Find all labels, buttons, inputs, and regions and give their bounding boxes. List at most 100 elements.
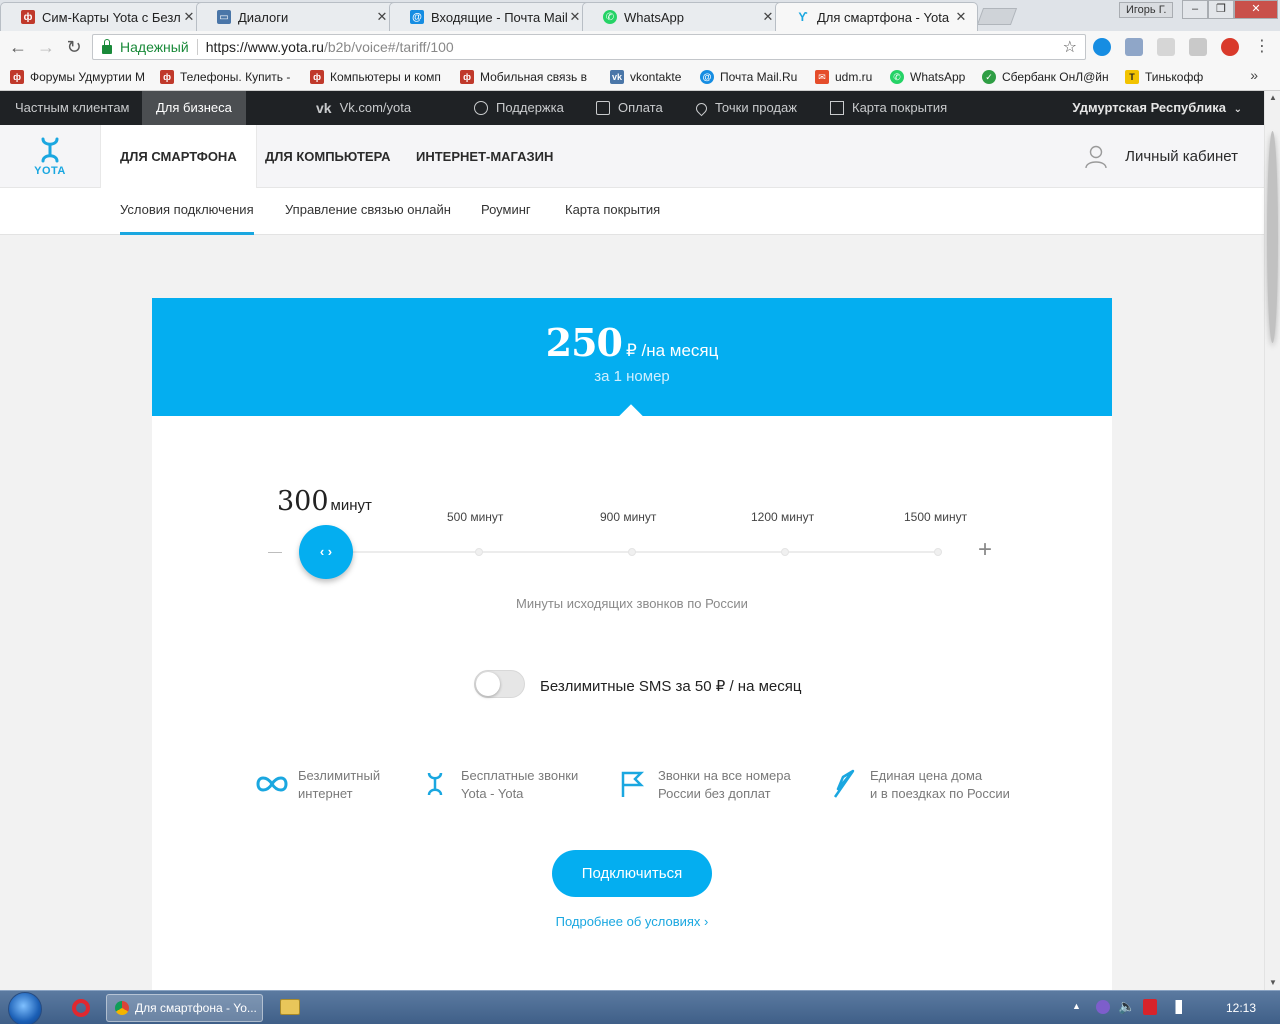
- maximize-button[interactable]: ❐: [1208, 0, 1234, 19]
- bookmark-item[interactable]: @ Почта Mail.Ru: [700, 69, 810, 85]
- browser-tab[interactable]: ▭ Диалоги ✕: [196, 2, 399, 31]
- close-window-button[interactable]: ✕: [1234, 0, 1278, 19]
- close-tab-icon[interactable]: ✕: [953, 9, 969, 25]
- feature-item: Бесплатные звонки Yota - Yota: [418, 767, 578, 803]
- folder-icon[interactable]: [280, 999, 300, 1015]
- region-selector[interactable]: Удмуртская Республика ⌄: [1072, 91, 1242, 127]
- slider-mark-label[interactable]: 1200 минут: [751, 510, 814, 524]
- nav-smartphone[interactable]: Для смартфона: [100, 125, 257, 188]
- yota-logo[interactable]: YOTA: [30, 137, 70, 181]
- opera-extension-icon[interactable]: [1221, 38, 1239, 56]
- opera-icon[interactable]: [72, 999, 90, 1017]
- whatsapp-icon: ✆: [890, 70, 904, 84]
- menu-icon[interactable]: ⋮: [1250, 35, 1274, 59]
- close-tab-icon[interactable]: ✕: [181, 9, 197, 25]
- personal-cabinet-link[interactable]: Личный кабинет: [1085, 125, 1238, 188]
- per-number-label: за 1 номер: [594, 368, 670, 385]
- slider-mark-label[interactable]: 1500 минут: [904, 510, 967, 524]
- page-viewport: Частным клиентам Для бизнеса vk Vk.com/y…: [0, 91, 1264, 990]
- network-icon[interactable]: [1166, 1000, 1182, 1014]
- bookmark-item[interactable]: ✆ WhatsApp: [890, 69, 975, 85]
- vk-link[interactable]: vk Vk.com/yota: [316, 91, 411, 125]
- bookmark-star-icon[interactable]: ☆: [1063, 37, 1077, 57]
- vk-extension-icon[interactable]: [1189, 38, 1207, 56]
- nav-shop[interactable]: Интернет-магазин: [416, 125, 553, 188]
- bookmark-item[interactable]: T Тинькофф: [1125, 69, 1215, 85]
- wallet-icon: [596, 101, 610, 115]
- browser-tab-active[interactable]: ϒ Для смартфона - Yota ✕: [775, 2, 978, 31]
- slider-step-dot[interactable]: [628, 548, 636, 556]
- coverage-map-link[interactable]: Карта покрытия: [830, 91, 947, 125]
- flag-icon: [615, 767, 649, 801]
- close-tab-icon[interactable]: ✕: [374, 9, 390, 25]
- support-link[interactable]: Поддержка: [474, 91, 564, 125]
- bookmark-item[interactable]: ф Телефоны. Купить -: [160, 69, 300, 85]
- private-clients-link[interactable]: Частным клиентам: [15, 91, 130, 125]
- new-tab-button[interactable]: [976, 8, 1018, 25]
- slider-mark-label[interactable]: 900 минут: [600, 510, 656, 524]
- subnav-coverage-map[interactable]: Карта покрытия: [565, 188, 660, 235]
- scroll-down-icon[interactable]: ▼: [1265, 976, 1280, 990]
- subnav-connection-terms[interactable]: Условия подключения: [120, 188, 254, 235]
- minus-icon[interactable]: [268, 552, 282, 553]
- scroll-up-icon[interactable]: ▲: [1265, 91, 1280, 105]
- selected-minutes-label: 300 минут: [277, 486, 372, 517]
- browser-tab[interactable]: ✆ WhatsApp ✕: [582, 2, 785, 31]
- points-of-sale-link[interactable]: Точки продаж: [693, 91, 797, 125]
- minutes-slider-handle[interactable]: ‹ ›: [299, 525, 353, 579]
- nav-computer[interactable]: Для компьютера: [265, 125, 391, 188]
- subnav-manage-online[interactable]: Управление связью онлайн: [285, 188, 451, 235]
- bookmark-item[interactable]: ✉ udm.ru: [815, 69, 885, 85]
- vk-icon: ▭: [217, 10, 231, 24]
- clock[interactable]: 12:13: [1226, 1001, 1256, 1015]
- slider-step-dot[interactable]: [934, 548, 942, 556]
- bookmark-item[interactable]: vk vkontakte: [610, 69, 695, 85]
- scrollbar-thumb[interactable]: [1267, 131, 1278, 343]
- url-host: https://www.yota.ru: [205, 39, 324, 55]
- more-bookmarks-icon[interactable]: »: [1250, 67, 1258, 83]
- slider-step-dot[interactable]: [781, 548, 789, 556]
- close-tab-icon[interactable]: ✕: [760, 9, 776, 25]
- browser-tab[interactable]: @ Входящие - Почта Mail. ✕: [389, 2, 592, 31]
- page-scrollbar[interactable]: ▲ ▼: [1264, 91, 1280, 990]
- bookmark-item[interactable]: ф Компьютеры и комп: [310, 69, 450, 85]
- pen-extension-icon[interactable]: [1157, 38, 1175, 56]
- payment-link[interactable]: Оплата: [596, 91, 663, 125]
- bookmark-item[interactable]: ф Форумы Удмуртии М: [10, 69, 150, 85]
- browser-tab[interactable]: ф Сим-Карты Yota с Безл ✕: [0, 2, 206, 31]
- forum-icon: ф: [21, 10, 35, 24]
- slider-step-dot[interactable]: [475, 548, 483, 556]
- address-bar[interactable]: Надежный https://www.yota.ru/b2b/voice#/…: [92, 34, 1086, 60]
- compass-icon: [827, 767, 861, 801]
- subnav-roaming[interactable]: Роуминг: [481, 188, 531, 235]
- minimize-button[interactable]: –: [1182, 0, 1208, 19]
- more-details-link[interactable]: Подробнее об условиях ›: [152, 914, 1112, 929]
- slider-mark-label[interactable]: 500 минут: [447, 510, 503, 524]
- secure-label: Надежный: [120, 39, 189, 55]
- tariff-card: 250 ₽ /на месяц за 1 номер 300 минут 500 м…: [152, 298, 1112, 990]
- viber-icon[interactable]: [1096, 1000, 1110, 1014]
- start-button[interactable]: [8, 992, 42, 1024]
- tray-expand-icon[interactable]: ▲: [1072, 1001, 1081, 1011]
- reload-icon[interactable]: ↻: [62, 35, 86, 59]
- connect-button[interactable]: Подключиться: [552, 850, 712, 897]
- forward-icon[interactable]: →: [34, 35, 58, 59]
- bookmark-item[interactable]: ф Мобильная связь в: [460, 69, 600, 85]
- sberbank-icon: ✓: [982, 70, 996, 84]
- back-icon[interactable]: ←: [6, 35, 30, 59]
- bookmark-item[interactable]: ✓ Сбербанк ОнЛ@йн: [982, 69, 1117, 85]
- mail-extension-icon[interactable]: [1125, 38, 1143, 56]
- opera-tray-icon[interactable]: [1143, 999, 1157, 1015]
- map-icon: [830, 101, 844, 115]
- chevron-down-icon: ⌄: [1233, 104, 1242, 115]
- plus-icon[interactable]: +: [978, 536, 992, 564]
- profile-button[interactable]: Игорь Г.: [1119, 2, 1174, 18]
- business-link[interactable]: Для бизнеса: [142, 91, 246, 125]
- feature-item: Звонки на все номера России без доплат: [615, 767, 791, 803]
- sms-toggle[interactable]: [474, 670, 525, 698]
- volume-icon[interactable]: 🔈: [1118, 998, 1135, 1015]
- user-icon: [1085, 145, 1107, 168]
- close-tab-icon[interactable]: ✕: [567, 9, 583, 25]
- taskbar-chrome-item[interactable]: Для смартфона - Yo...: [106, 994, 263, 1022]
- mail-ru-extension-icon[interactable]: [1093, 38, 1111, 56]
